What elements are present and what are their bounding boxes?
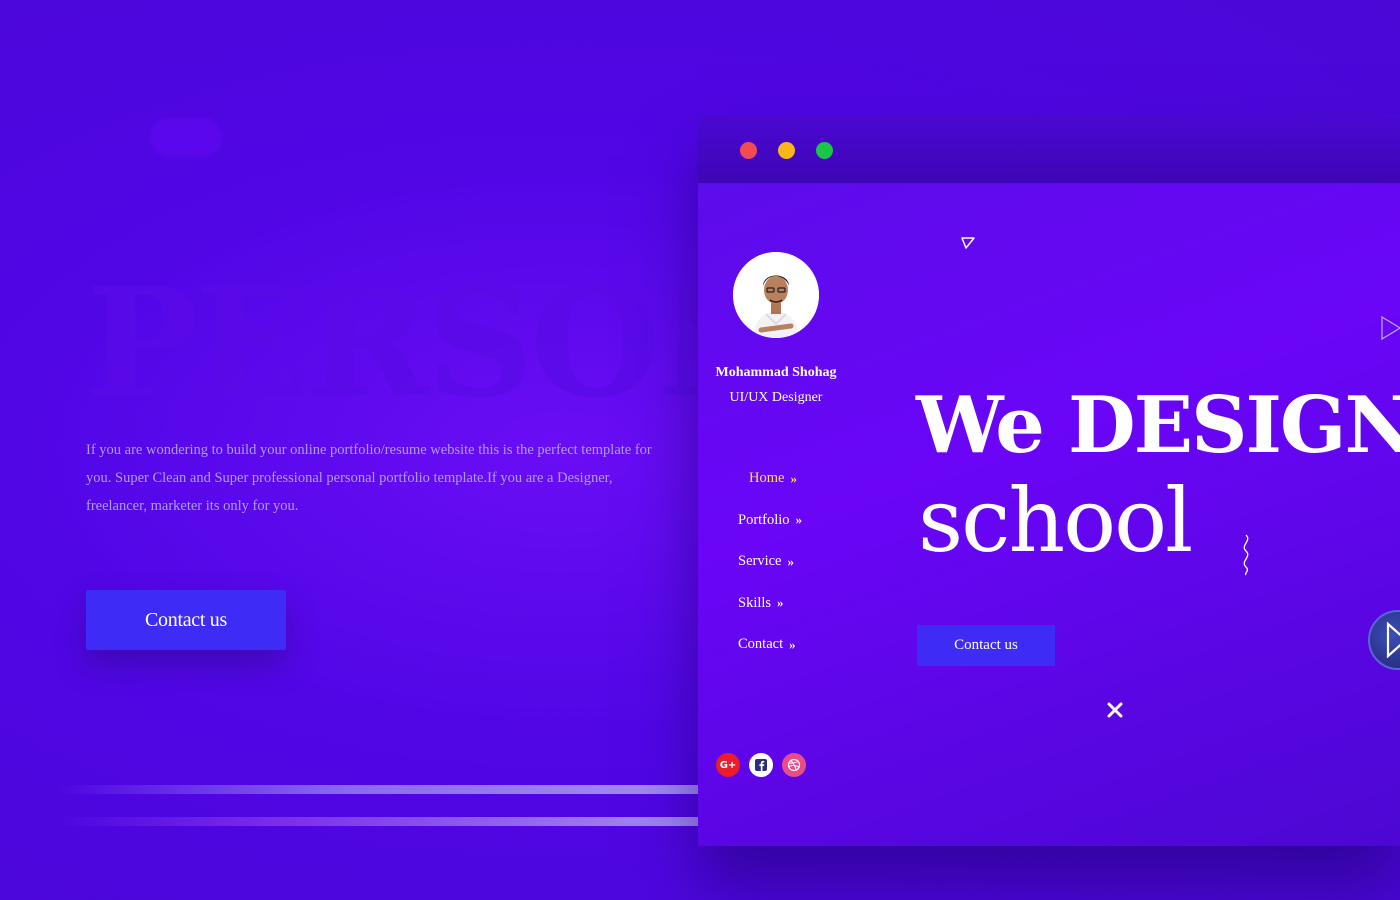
nav-label: Contact [738, 636, 784, 653]
triangle-outline-icon [961, 237, 975, 249]
social-links: G+ [716, 753, 806, 777]
avatar [733, 252, 819, 338]
nav-item-skills[interactable]: Skills » [738, 583, 802, 625]
nav-label: Portfolio [738, 511, 790, 528]
minimize-window-dot[interactable] [778, 142, 795, 159]
nav-label: Skills [738, 594, 772, 611]
close-window-dot[interactable] [740, 142, 757, 159]
nav-label: Service [738, 553, 782, 570]
chevron-right-icon: » [777, 595, 784, 611]
nav-label: Home [749, 470, 785, 487]
squiggle-icon [1243, 534, 1249, 576]
window-titlebar [698, 115, 1400, 183]
intro-paragraph: If you are wondering to build your onlin… [86, 442, 652, 514]
decorative-line [60, 785, 698, 794]
nav-item-home[interactable]: Home » [738, 458, 802, 500]
chevron-right-icon: » [795, 512, 803, 528]
maximize-window-dot[interactable] [816, 142, 833, 159]
nav-item-portfolio[interactable]: Portfolio » [738, 500, 802, 542]
chevron-right-icon: » [789, 636, 796, 652]
profile-role: UI/UX Designer [729, 390, 823, 405]
google-plus-icon[interactable]: G+ [716, 753, 740, 777]
background-title: PERSON [86, 255, 794, 431]
sidebar-nav: Home » Portfolio » Service » Skills » Co… [738, 458, 802, 666]
play-icon [1386, 621, 1400, 659]
profile-name: Mohammad Shohag [715, 365, 837, 380]
decorative-line [60, 817, 698, 826]
hero-title-line1: We DESIGN [916, 380, 1400, 471]
close-icon [1107, 702, 1123, 718]
play-triangle-icon [1381, 315, 1400, 341]
video-play-button[interactable] [1368, 610, 1400, 670]
contact-button[interactable]: Contact us [86, 590, 286, 650]
preview-contact-button[interactable]: Contact us [917, 625, 1055, 666]
hero-title-line2: school [918, 469, 1193, 572]
chevron-right-icon: » [787, 553, 794, 569]
nav-item-contact[interactable]: Contact » [738, 624, 802, 666]
chevron-right-icon: » [790, 470, 797, 486]
nav-item-service[interactable]: Service » [738, 541, 802, 583]
dribbble-icon[interactable] [782, 753, 806, 777]
decorative-blob [150, 118, 222, 156]
facebook-icon[interactable] [749, 753, 773, 777]
browser-preview-window: Mohammad Shohag UI/UX Designer Home » Po… [698, 115, 1400, 846]
